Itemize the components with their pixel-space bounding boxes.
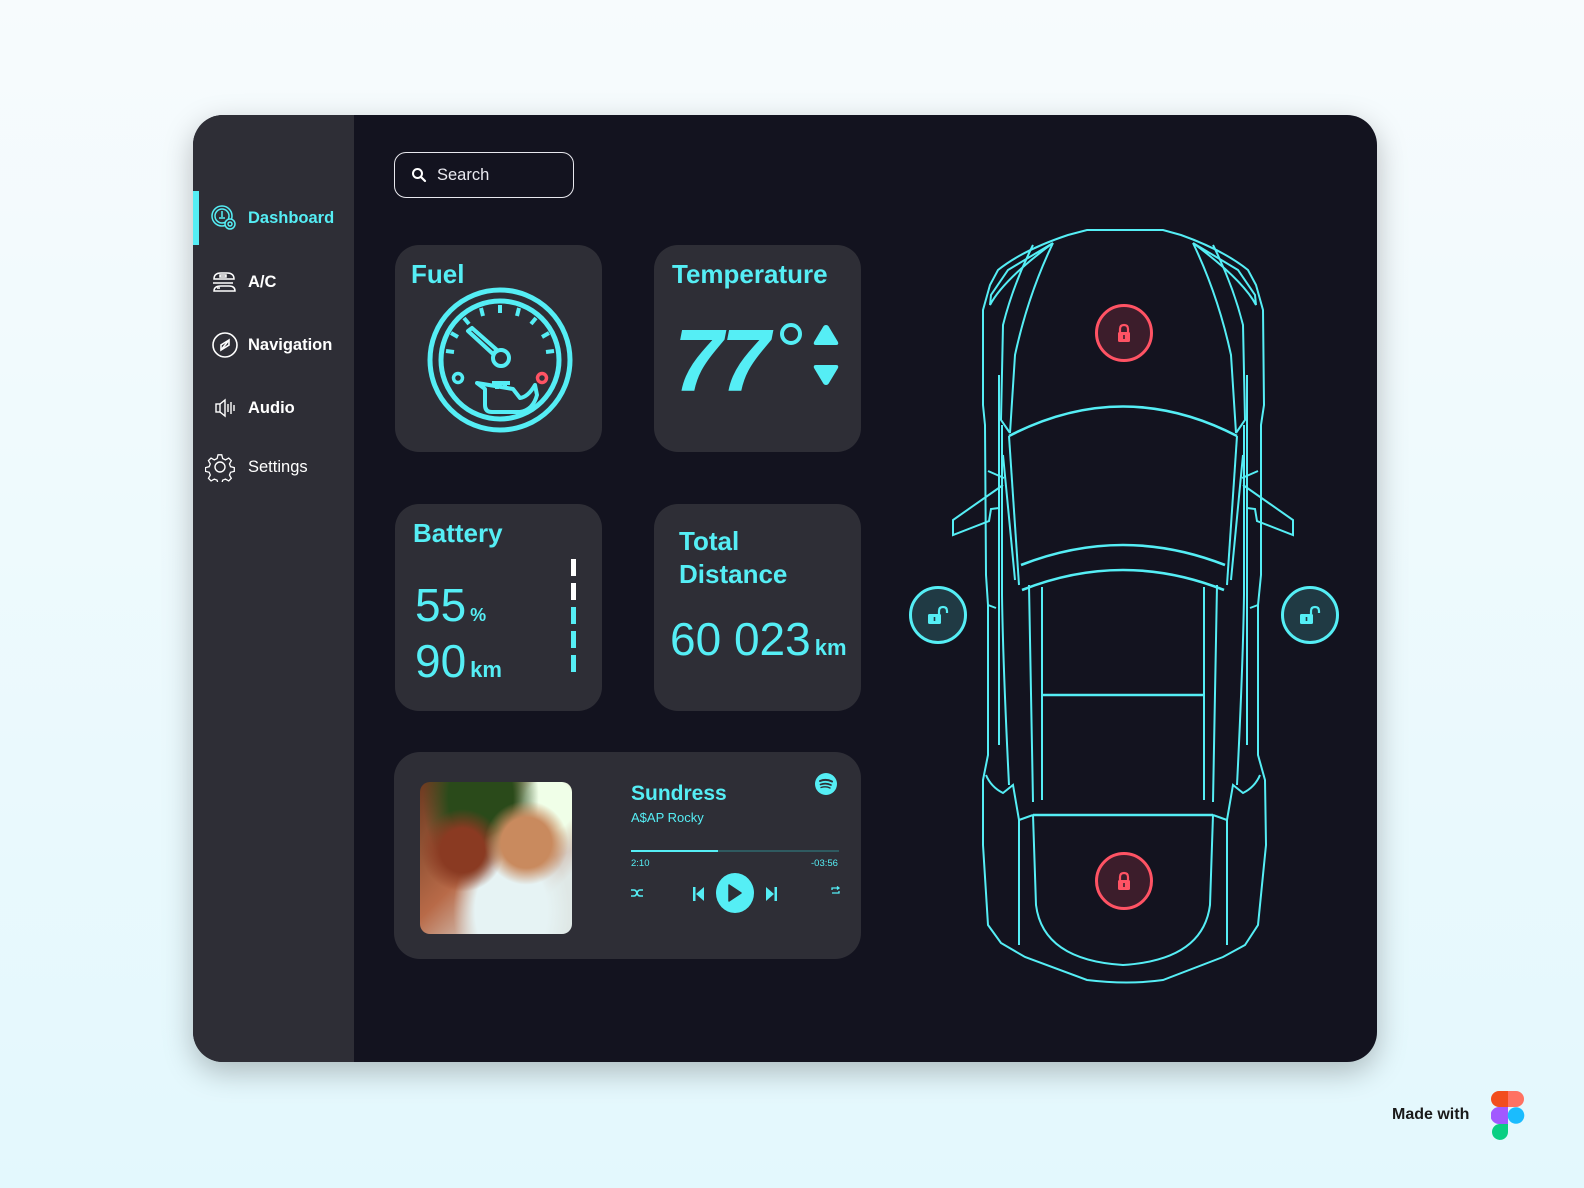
made-with-label: Made with xyxy=(1392,1106,1470,1123)
sidebar-item-label: Settings xyxy=(248,457,308,476)
lock-closed-icon xyxy=(1118,323,1130,342)
active-indicator xyxy=(193,191,199,245)
battery-segment-empty xyxy=(571,559,576,576)
degree-symbol xyxy=(780,323,802,345)
left-door-lock-button[interactable] xyxy=(909,586,967,644)
total-distance-card: Total Distance 60 023 km xyxy=(654,504,861,711)
speaker-icon xyxy=(209,393,239,423)
skip-next-icon xyxy=(765,887,777,901)
remaining-time: -03:56 xyxy=(811,858,838,869)
ac-icon xyxy=(209,267,239,297)
battery-range-unit: km xyxy=(470,657,502,682)
search-placeholder: Search xyxy=(437,165,490,184)
battery-segment-filled xyxy=(571,607,576,624)
lock-open-icon xyxy=(1300,605,1321,624)
dashboard-gauge-icon xyxy=(209,203,239,233)
battery-percent: 55% xyxy=(415,580,486,640)
battery-range-value: 90 xyxy=(415,635,467,687)
battery-segment-filled xyxy=(571,631,576,648)
spotify-icon[interactable] xyxy=(815,773,837,795)
elapsed-time: 2:10 xyxy=(631,858,650,869)
battery-segment-empty xyxy=(571,583,576,600)
lock-closed-icon xyxy=(1118,871,1130,890)
play-button[interactable] xyxy=(716,873,754,913)
temperature-up-button[interactable] xyxy=(812,323,840,347)
sidebar-item-navigation[interactable]: Navigation xyxy=(193,318,354,372)
sidebar-item-audio[interactable]: Audio xyxy=(193,381,354,435)
compass-icon xyxy=(209,330,239,360)
figma-logo-icon xyxy=(1491,1091,1525,1140)
play-icon xyxy=(728,884,742,902)
fuel-gauge-icon xyxy=(427,287,573,433)
music-player-card: Sundress A$AP Rocky 2:10 -03:56 xyxy=(394,752,861,959)
sidebar-item-label: A/C xyxy=(248,272,277,291)
distance-title-line1: Total xyxy=(679,526,740,556)
sidebar-item-label: Dashboard xyxy=(248,208,335,227)
temperature-value: 77 xyxy=(674,311,770,410)
battery-percent-value: 55 xyxy=(415,579,467,631)
search-icon xyxy=(412,168,427,183)
sidebar-item-label: Navigation xyxy=(248,335,333,354)
battery-title: Battery xyxy=(413,518,503,548)
battery-range: 90 km xyxy=(415,636,502,695)
sidebar-item-dashboard[interactable]: Dashboard xyxy=(193,191,354,245)
sidebar-item-ac[interactable]: A/C xyxy=(193,255,354,309)
distance-number: 60 023 xyxy=(670,613,811,665)
car-dashboard-app: Dashboard A/C Navigation Audio Settings … xyxy=(193,115,1377,1062)
album-art xyxy=(420,782,572,934)
battery-segment-filled xyxy=(571,655,576,672)
progress-bar[interactable] xyxy=(631,850,839,852)
sidebar-item-settings[interactable]: Settings xyxy=(193,440,354,494)
song-artist: A$AP Rocky xyxy=(631,810,704,825)
hood-lock-button[interactable] xyxy=(1095,304,1153,362)
sidebar-item-label: Audio xyxy=(248,398,295,417)
gear-icon xyxy=(205,452,235,482)
temperature-down-button[interactable] xyxy=(812,363,840,387)
distance-unit: km xyxy=(814,635,847,660)
shuffle-button[interactable] xyxy=(630,887,644,899)
trunk-lock-button[interactable] xyxy=(1095,852,1153,910)
progress-fill xyxy=(631,850,719,852)
next-button[interactable] xyxy=(764,886,778,902)
distance-value: 60 023 km xyxy=(670,614,847,673)
song-title: Sundress xyxy=(631,782,727,805)
shuffle-icon xyxy=(631,889,643,897)
battery-percent-unit: % xyxy=(470,605,487,625)
repeat-icon xyxy=(830,885,840,894)
temperature-card: Temperature 77 xyxy=(654,245,861,452)
temperature-title: Temperature xyxy=(672,259,828,289)
right-door-lock-button[interactable] xyxy=(1281,586,1339,644)
lock-open-icon xyxy=(928,605,949,624)
fuel-card[interactable]: Fuel xyxy=(395,245,602,452)
distance-title-line2: Distance xyxy=(679,559,788,589)
previous-button[interactable] xyxy=(691,886,705,902)
sidebar: Dashboard A/C Navigation Audio Settings xyxy=(193,115,354,1062)
battery-card: Battery 55% 90 km xyxy=(395,504,602,711)
search-input[interactable]: Search xyxy=(394,152,574,198)
repeat-button[interactable] xyxy=(829,884,841,896)
skip-previous-icon xyxy=(692,887,704,901)
